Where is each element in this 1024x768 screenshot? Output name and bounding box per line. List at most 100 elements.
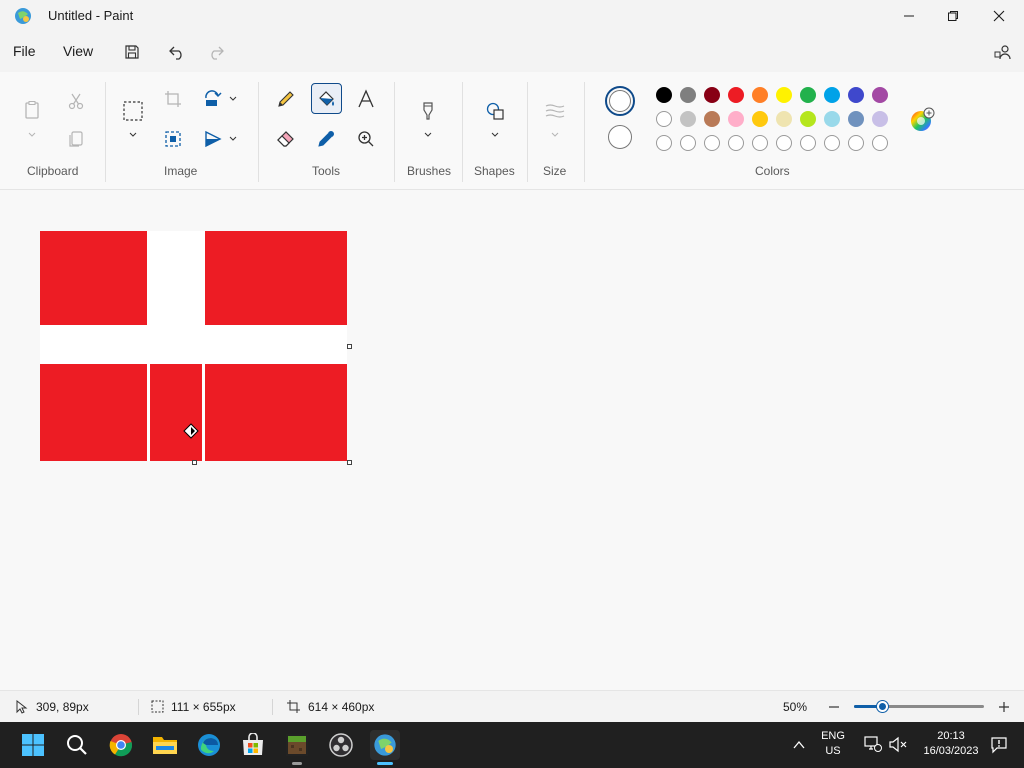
search-button[interactable]	[62, 730, 92, 760]
custom-color-slot[interactable]	[872, 135, 888, 151]
text-button[interactable]	[351, 84, 381, 114]
palette-swatch[interactable]	[656, 87, 672, 103]
custom-color-slot[interactable]	[776, 135, 792, 151]
palette-swatch[interactable]	[800, 111, 816, 127]
copy-icon	[69, 131, 83, 147]
account-button[interactable]	[992, 41, 1014, 63]
redo-button[interactable]	[205, 41, 227, 63]
paste-dropdown-chevron-icon[interactable]	[27, 130, 37, 140]
palette-swatch[interactable]	[656, 111, 672, 127]
crop-button[interactable]	[158, 84, 188, 114]
size-dropdown-chevron-icon[interactable]	[550, 130, 560, 140]
select-dropdown-chevron-icon[interactable]	[128, 130, 138, 140]
input-language-indicator[interactable]: ENG US	[818, 730, 848, 757]
drawing-canvas[interactable]	[40, 231, 347, 461]
store-taskbar-button[interactable]	[238, 730, 268, 760]
minimize-button[interactable]	[886, 0, 932, 32]
menu-bar: File View	[0, 32, 1024, 72]
palette-swatch[interactable]	[800, 87, 816, 103]
copy-button[interactable]	[61, 124, 91, 154]
palette-swatch[interactable]	[872, 87, 888, 103]
palette-swatch[interactable]	[704, 111, 720, 127]
start-button[interactable]	[18, 730, 48, 760]
custom-color-slot[interactable]	[800, 135, 816, 151]
custom-color-slot[interactable]	[704, 135, 720, 151]
save-button[interactable]	[121, 41, 143, 63]
chrome-taskbar-button[interactable]	[106, 730, 136, 760]
palette-swatch[interactable]	[848, 111, 864, 127]
file-explorer-taskbar-button[interactable]	[150, 730, 180, 760]
color-picker-button[interactable]	[311, 124, 341, 154]
rotate-button[interactable]	[198, 84, 228, 114]
pencil-icon	[278, 91, 294, 107]
zoom-in-icon[interactable]	[997, 700, 1011, 714]
palette-swatch[interactable]	[776, 87, 792, 103]
palette-swatch[interactable]	[680, 87, 696, 103]
eraser-button[interactable]	[271, 124, 301, 154]
menu-file[interactable]: File	[13, 43, 36, 59]
language-code: ENG	[821, 730, 845, 742]
rotate-dropdown-chevron-icon[interactable]	[228, 94, 238, 104]
brushes-button[interactable]	[413, 96, 443, 126]
red-block-top-right	[205, 231, 347, 325]
edit-colors-button[interactable]	[907, 105, 937, 135]
cut-button[interactable]	[61, 86, 91, 116]
flip-dropdown-chevron-icon[interactable]	[228, 134, 238, 144]
zoom-slider-thumb[interactable]	[876, 701, 888, 712]
shapes-button[interactable]	[480, 96, 510, 126]
paint-taskbar-button[interactable]	[370, 730, 400, 760]
canvas-resize-handle-corner[interactable]	[347, 460, 352, 465]
custom-color-slot[interactable]	[824, 135, 840, 151]
window-title: Untitled - Paint	[48, 8, 134, 23]
palette-swatch[interactable]	[824, 87, 840, 103]
pointer-position-icon	[16, 700, 28, 714]
primary-color-selector[interactable]	[605, 86, 635, 116]
brushes-dropdown-chevron-icon[interactable]	[423, 130, 433, 140]
palette-swatch[interactable]	[824, 111, 840, 127]
undo-button[interactable]	[166, 41, 188, 63]
canvas-resize-handle-bottom[interactable]	[192, 460, 197, 465]
palette-swatch[interactable]	[704, 87, 720, 103]
palette-swatch[interactable]	[872, 111, 888, 127]
edge-taskbar-button[interactable]	[194, 730, 224, 760]
custom-color-slot[interactable]	[848, 135, 864, 151]
secondary-color-selector[interactable]	[608, 125, 632, 149]
menu-view[interactable]: View	[63, 43, 93, 59]
resize-button[interactable]	[158, 124, 188, 154]
zoom-slider[interactable]	[854, 701, 984, 712]
magnifier-button[interactable]	[351, 124, 381, 154]
obs-taskbar-button[interactable]	[326, 730, 356, 760]
shapes-group-label: Shapes	[474, 164, 515, 178]
show-hidden-icons-chevron-icon[interactable]	[792, 738, 806, 752]
size-group-label: Size	[543, 164, 567, 178]
select-button[interactable]	[118, 96, 148, 126]
zoom-level[interactable]: 50%	[783, 700, 807, 714]
fill-button[interactable]	[311, 83, 342, 114]
custom-color-slot[interactable]	[752, 135, 768, 151]
palette-swatch[interactable]	[680, 111, 696, 127]
palette-swatch[interactable]	[752, 87, 768, 103]
custom-color-slot[interactable]	[656, 135, 672, 151]
paste-button[interactable]	[17, 94, 47, 126]
palette-swatch[interactable]	[728, 87, 744, 103]
custom-color-slot[interactable]	[728, 135, 744, 151]
shapes-dropdown-chevron-icon[interactable]	[490, 130, 500, 140]
clock[interactable]: 20:13 16/03/2023	[916, 730, 986, 757]
minecraft-taskbar-button[interactable]	[282, 730, 312, 760]
size-button[interactable]	[540, 96, 570, 126]
edge-icon	[198, 734, 220, 756]
pencil-button[interactable]	[271, 84, 301, 114]
palette-swatch[interactable]	[752, 111, 768, 127]
volume-muted-icon[interactable]	[889, 736, 907, 753]
flip-button[interactable]	[198, 124, 228, 154]
zoom-out-icon[interactable]	[827, 700, 841, 714]
custom-color-slot[interactable]	[680, 135, 696, 151]
restore-button[interactable]	[930, 0, 976, 32]
palette-swatch[interactable]	[728, 111, 744, 127]
palette-swatch[interactable]	[848, 87, 864, 103]
close-button[interactable]	[976, 0, 1022, 32]
canvas-resize-handle-right[interactable]	[347, 344, 352, 349]
notification-icon[interactable]	[990, 736, 1008, 754]
network-icon[interactable]	[864, 736, 882, 753]
palette-swatch[interactable]	[776, 111, 792, 127]
